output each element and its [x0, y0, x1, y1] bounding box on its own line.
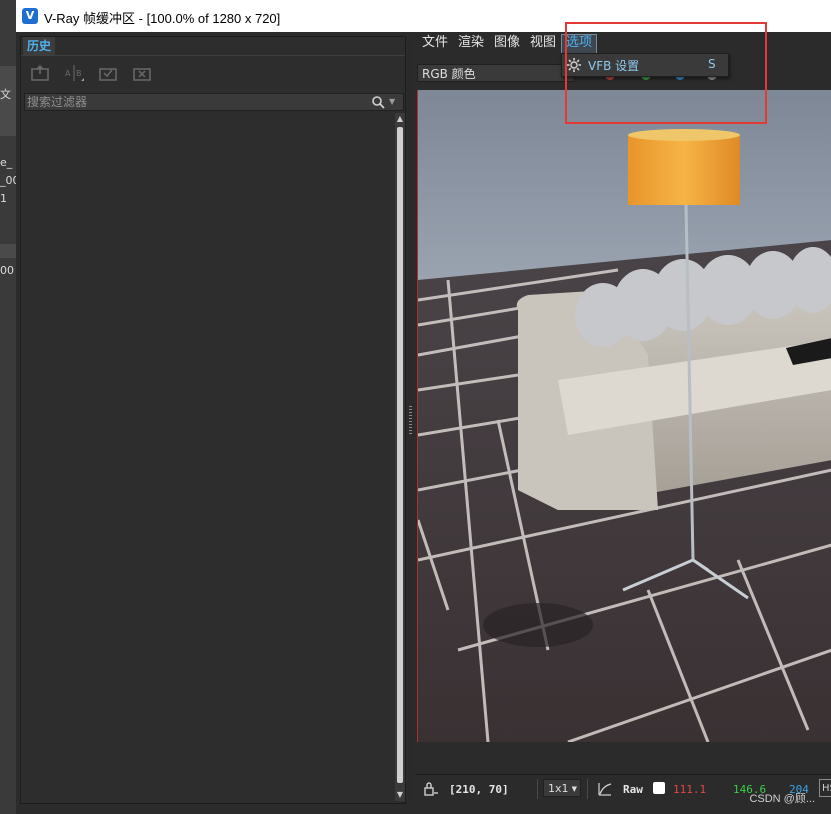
red-value: 111.1 [673, 783, 707, 796]
divider [587, 779, 588, 799]
background-text: _00 [0, 174, 16, 187]
scroll-down-icon[interactable]: ▼ [395, 789, 405, 801]
watermark: CSDN @顾... [749, 793, 815, 805]
panel-splitter[interactable] [408, 36, 413, 802]
search-filter: ▼ [24, 93, 404, 111]
zoom-value: 1x1 [548, 782, 569, 795]
history-scrollbar[interactable]: ▲ ▼ [395, 113, 405, 801]
vray-logo-icon: V [22, 8, 38, 24]
background-text: e_ [0, 156, 13, 169]
render-viewport[interactable] [417, 90, 831, 742]
search-icon[interactable] [371, 95, 385, 109]
window-title: V-Ray 帧缓冲区 - [100.0% of 1280 x 720] [44, 11, 281, 26]
ab-compare-icon: A B [65, 65, 84, 81]
annotation-highlight-box [565, 22, 767, 124]
chevron-down-icon: ▼ [571, 785, 577, 793]
menu-render[interactable]: 渲染 [454, 34, 488, 52]
menu-image[interactable]: 图像 [490, 34, 524, 52]
background-text: 00 [0, 264, 14, 277]
pin-cursor-icon[interactable] [423, 781, 439, 797]
save-to-history-icon [31, 64, 49, 81]
history-list [24, 113, 396, 799]
menu-file[interactable]: 文件 [418, 34, 452, 52]
tab-history[interactable]: 历史 [23, 37, 56, 55]
scroll-thumb[interactable] [397, 127, 403, 783]
channel-select[interactable]: RGB 颜色 [417, 64, 575, 82]
vray-frame-buffer-window: V V-Ray 帧缓冲区 - [100.0% of 1280 x 720] 历史… [16, 0, 831, 814]
load-from-history-button[interactable] [97, 63, 119, 83]
curve-icon[interactable] [597, 781, 613, 797]
ab-compare-button[interactable]: A B [63, 63, 85, 83]
pixel-coordinates: [210, 70] [449, 783, 509, 796]
pixel-color-swatch [653, 782, 665, 794]
save-to-history-button[interactable] [29, 63, 51, 83]
search-filter-input[interactable] [27, 94, 357, 110]
background-panel [0, 244, 16, 258]
background-app: 文 e_ _00 1 00 [0, 0, 16, 814]
background-text: 1 [0, 192, 7, 205]
divider [21, 55, 405, 56]
colorspace-select[interactable]: HS [819, 779, 831, 797]
main-area: 文件 渲染 图像 视图 选项 RGB 颜色 [210, 70] 1x1 ▼ Ra… [415, 32, 831, 814]
remove-from-history-button[interactable] [131, 63, 153, 83]
svg-text:B: B [76, 69, 82, 78]
splitter-grip-icon[interactable] [409, 406, 412, 436]
history-panel: 历史 A B 搜索过滤器 ▼ ▲ ▼ [20, 36, 406, 804]
scroll-up-icon[interactable]: ▲ [395, 113, 405, 125]
load-from-history-icon [99, 68, 117, 81]
divider [537, 779, 538, 799]
zoom-select[interactable]: 1x1 ▼ [543, 779, 581, 797]
chevron-down-icon[interactable]: ▼ [389, 95, 399, 109]
menu-view[interactable]: 视图 [526, 34, 560, 52]
svg-text:A: A [65, 69, 71, 78]
rendered-image [418, 90, 831, 742]
color-mode: Raw [623, 783, 643, 796]
remove-from-history-icon [133, 68, 151, 81]
background-text: 文 [0, 88, 11, 101]
